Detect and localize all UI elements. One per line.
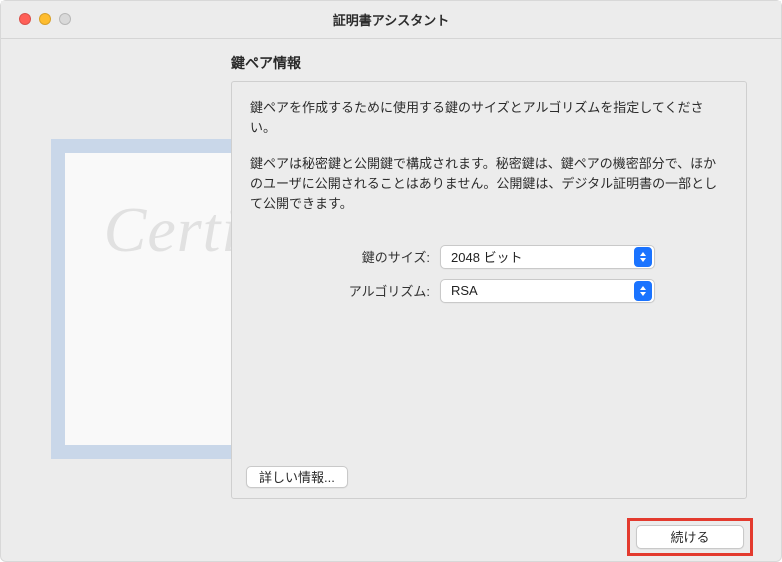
algorithm-value: RSA bbox=[451, 283, 478, 298]
description-text: 鍵ペアは秘密鍵と公開鍵で構成されます。秘密鍵は、鍵ペアの機密部分で、ほかのユーザ… bbox=[250, 154, 728, 214]
more-info-label: 詳しい情報... bbox=[259, 467, 335, 486]
more-info-button[interactable]: 詳しい情報... bbox=[246, 466, 348, 488]
intro-text: 鍵ペアを作成するために使用する鍵のサイズとアルゴリズムを指定してください。 bbox=[250, 98, 728, 138]
main-panel: 鍵ペアを作成するために使用する鍵のサイズとアルゴリズムを指定してください。 鍵ペ… bbox=[231, 81, 747, 499]
maximize-icon bbox=[59, 13, 71, 25]
footer: 続ける bbox=[1, 513, 781, 561]
continue-button[interactable]: 続ける bbox=[636, 525, 744, 549]
form-area: 鍵のサイズ: 2048 ビット アルゴリズム: RSA bbox=[250, 245, 728, 303]
page-heading: 鍵ペア情報 bbox=[231, 53, 751, 73]
continue-highlight: 続ける bbox=[627, 518, 753, 556]
algorithm-row: アルゴリズム: RSA bbox=[250, 279, 728, 303]
continue-label: 続ける bbox=[670, 527, 709, 546]
updown-icon bbox=[634, 281, 652, 301]
key-size-value: 2048 ビット bbox=[451, 247, 523, 266]
window-controls bbox=[19, 13, 71, 25]
key-size-select[interactable]: 2048 ビット bbox=[440, 245, 655, 269]
key-size-row: 鍵のサイズ: 2048 ビット bbox=[250, 245, 728, 269]
minimize-icon[interactable] bbox=[39, 13, 51, 25]
updown-icon bbox=[634, 247, 652, 267]
algorithm-select[interactable]: RSA bbox=[440, 279, 655, 303]
content-area: Certificate 鍵ペア情報 鍵ペアを作成するために使用する鍵のサイズとア… bbox=[1, 39, 781, 513]
assistant-window: 証明書アシスタント Certificate 鍵ペア情報 鍵ペアを作成するために使… bbox=[0, 0, 782, 562]
key-size-label: 鍵のサイズ: bbox=[250, 247, 440, 266]
titlebar: 証明書アシスタント bbox=[1, 1, 781, 39]
window-title: 証明書アシスタント bbox=[333, 10, 449, 29]
close-icon[interactable] bbox=[19, 13, 31, 25]
algorithm-label: アルゴリズム: bbox=[250, 281, 440, 300]
